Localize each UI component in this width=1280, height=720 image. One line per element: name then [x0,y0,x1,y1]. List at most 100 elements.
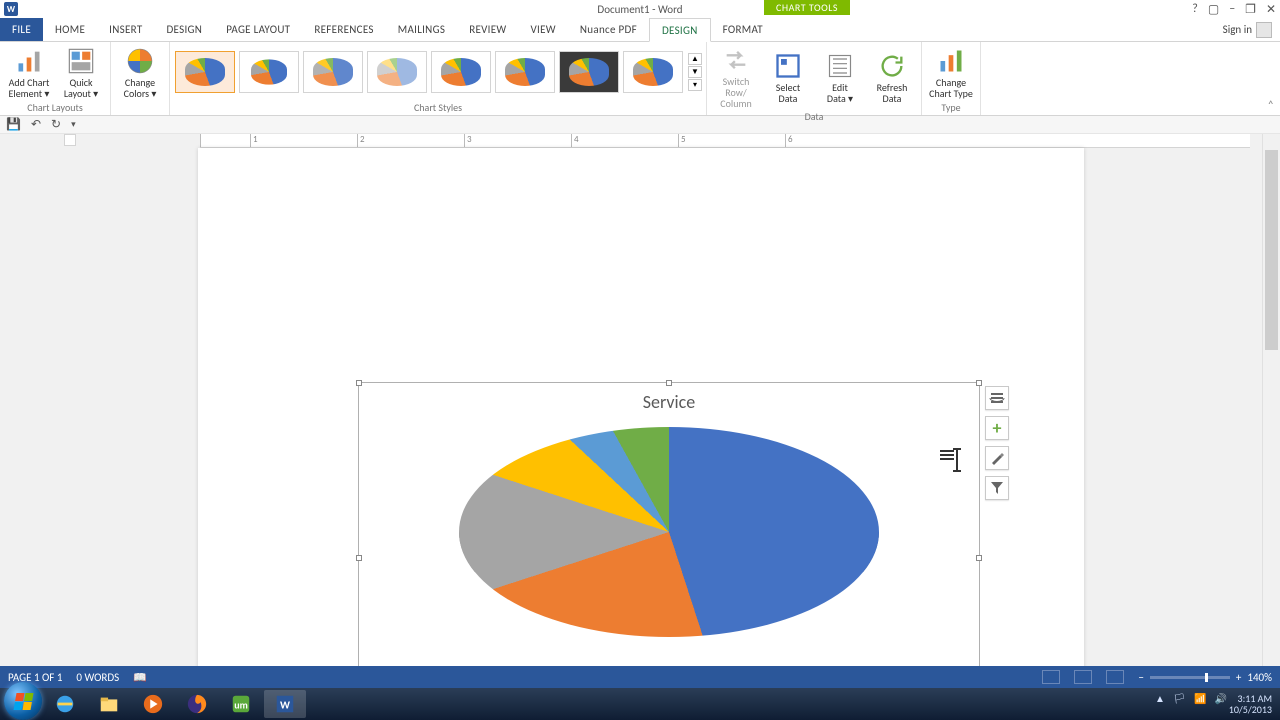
layout-options-button[interactable] [985,386,1009,410]
chart-style-5[interactable] [431,51,491,93]
word-count[interactable]: 0 WORDS [76,671,119,684]
chart-elements-button[interactable]: + [985,416,1009,440]
chart-style-7[interactable] [559,51,619,93]
tab-page-layout[interactable]: PAGE LAYOUT [214,18,302,41]
horizontal-ruler[interactable]: 1 2 3 4 5 6 [200,134,1250,148]
tab-home[interactable]: HOME [43,18,97,41]
quick-access-toolbar: 💾 ↶ ↻ ▾ [0,116,1280,134]
save-icon[interactable]: 💾 [6,117,21,132]
tab-references[interactable]: REFERENCES [302,18,385,41]
zoom-percentage[interactable]: 140% [1247,671,1272,684]
ribbon-tabs: FILE HOME INSERT DESIGN PAGE LAYOUT REFE… [0,18,1280,42]
taskbar-media-player[interactable] [132,690,174,718]
zoom-controls: − + 140% [1138,671,1272,684]
sign-in-link[interactable]: Sign in [1215,18,1280,41]
start-button[interactable] [4,682,42,720]
chart-style-4[interactable] [367,51,427,93]
tab-design[interactable]: DESIGN [154,18,214,41]
group-label-chart-layouts: Chart Layouts [27,100,82,115]
status-bar: PAGE 1 OF 1 0 WORDS 📖 − + 140% [0,666,1280,688]
change-colors-button[interactable]: Change Colors ▾ [115,45,165,99]
chart-filters-button[interactable] [985,476,1009,500]
tray-flag-icon[interactable]: 🏳 [1173,692,1186,705]
pie-chart[interactable] [459,427,879,666]
system-tray[interactable]: ▲ 🏳 📶 🔊 3:11 AM 10/5/2013 [1155,693,1276,715]
qat-customize[interactable]: ▾ [71,119,76,130]
tray-network-icon[interactable]: 📶 [1194,692,1206,705]
tab-view[interactable]: VIEW [519,18,568,41]
tab-nuance-pdf[interactable]: Nuance PDF [568,18,649,41]
zoom-slider[interactable] [1150,676,1230,679]
refresh-data-button[interactable]: Refresh Data [867,50,917,104]
change-chart-type-button[interactable]: Change Chart Type [926,45,976,99]
styles-more[interactable]: ▾ [688,79,702,91]
svg-text:um: um [234,699,248,712]
taskbar-app-green[interactable]: um [220,690,262,718]
add-chart-element-icon [15,47,43,75]
styles-scroll-up[interactable]: ▲ [688,53,702,65]
maximize-button[interactable]: ❐ [1245,2,1256,17]
taskbar-word[interactable]: W [264,690,306,718]
chart-style-2[interactable] [239,51,299,93]
taskbar-ie[interactable] [44,690,86,718]
svg-text:W: W [280,699,290,712]
zoom-out-button[interactable]: − [1138,671,1143,684]
tab-insert[interactable]: INSERT [97,18,154,41]
chart-object[interactable]: Service 1st Qtr 2nd Qtr 3rd Qtr 4th Qtr … [358,382,980,666]
group-label-data: Data [805,109,824,124]
chart-style-8[interactable] [623,51,683,93]
group-data: Switch Row/ Column Select Data Edit Data… [707,42,922,115]
chart-style-3[interactable] [303,51,363,93]
group-chart-styles: ▲ ▼ ▾ Chart Styles [170,42,707,115]
group-type: Change Chart Type Type [922,42,981,115]
chart-tools-contextual-label: CHART TOOLS [764,0,850,15]
ribbon-display-options-button[interactable]: ▢ [1208,2,1219,17]
read-mode-view[interactable] [1042,670,1060,684]
title-bar: W Document1 - Word CHART TOOLS ? ▢ – ❐ ✕ [0,0,1280,18]
select-data-icon [774,52,802,80]
vertical-scrollbar[interactable] [1262,134,1280,666]
chart-style-1[interactable] [175,51,235,93]
tab-file[interactable]: FILE [0,18,43,41]
group-label-blank [139,100,141,115]
text-cursor-icon [940,450,968,468]
chart-title[interactable]: Service [359,391,979,413]
tab-mailings[interactable]: MAILINGS [386,18,457,41]
windows-taskbar: um W ▲ 🏳 📶 🔊 3:11 AM 10/5/2013 [0,688,1280,720]
chart-floating-buttons: + [985,386,1009,500]
tab-chart-design[interactable]: DESIGN [649,18,711,42]
help-button[interactable]: ? [1192,2,1198,16]
collapse-ribbon-button[interactable]: ˄ [1268,99,1274,113]
minimize-button[interactable]: – [1229,2,1235,16]
spellcheck-icon[interactable]: 📖 [133,671,147,684]
taskbar-explorer[interactable] [88,690,130,718]
edit-data-button[interactable]: Edit Data ▾ [815,50,865,104]
ribbon: Add Chart Element ▾ Quick Layout ▾ Chart… [0,42,1280,116]
tray-up-icon[interactable]: ▲ [1155,692,1165,705]
add-chart-element-button[interactable]: Add Chart Element ▾ [4,45,54,99]
taskbar-firefox[interactable] [176,690,218,718]
redo-button[interactable]: ↻ [51,117,61,132]
user-avatar-icon [1256,22,1272,38]
change-chart-type-icon [937,47,965,75]
chart-styles-button[interactable] [985,446,1009,470]
ruler-corner [64,134,76,146]
quick-layout-button[interactable]: Quick Layout ▾ [56,45,106,99]
styles-scroll-down[interactable]: ▼ [688,66,702,78]
zoom-in-button[interactable]: + [1236,671,1241,684]
chart-style-6[interactable] [495,51,555,93]
tab-chart-format[interactable]: FORMAT [711,18,775,41]
print-layout-view[interactable] [1074,670,1092,684]
sign-in-label: Sign in [1223,23,1252,36]
undo-button[interactable]: ↶ [31,117,41,132]
scrollbar-thumb[interactable] [1265,150,1278,350]
select-data-button[interactable]: Select Data [763,50,813,104]
switch-row-column-button[interactable]: Switch Row/ Column [711,44,761,109]
close-button[interactable]: ✕ [1266,2,1276,17]
word-app-icon: W [4,2,18,16]
tab-review[interactable]: REVIEW [457,18,518,41]
tray-volume-icon[interactable]: 🔊 [1215,692,1227,705]
page-indicator[interactable]: PAGE 1 OF 1 [8,671,62,684]
web-layout-view[interactable] [1106,670,1124,684]
quick-layout-icon [67,47,95,75]
